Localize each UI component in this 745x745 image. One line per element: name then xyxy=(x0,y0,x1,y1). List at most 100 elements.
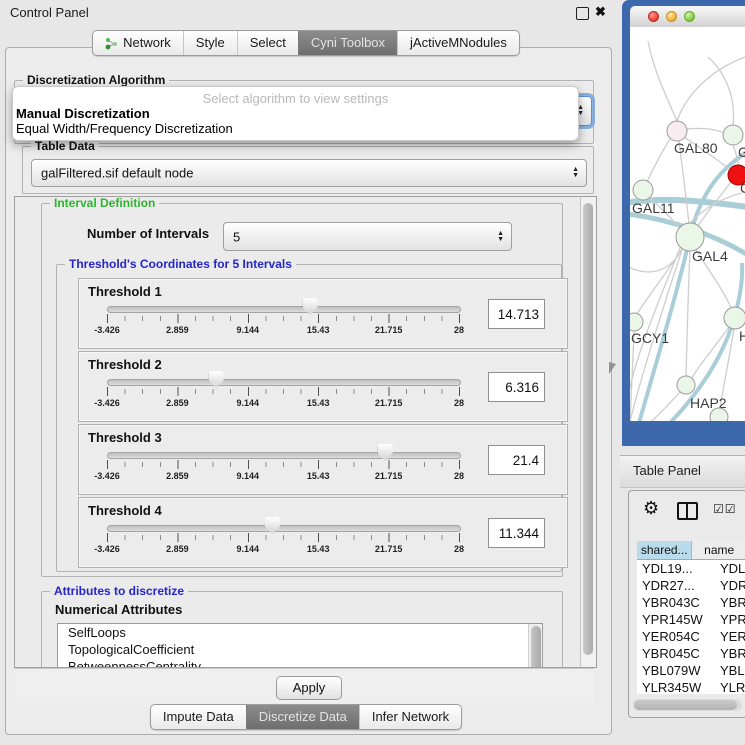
checkbox-icons[interactable]: ☑☑ xyxy=(713,502,737,516)
interval-definition-group: Interval Definition Number of Intervals … xyxy=(41,203,563,577)
slider-major-ticks xyxy=(107,314,460,323)
cell-name[interactable]: YDR27... xyxy=(714,577,745,594)
apply-button[interactable]: Apply xyxy=(276,676,342,700)
node-circle[interactable] xyxy=(630,313,643,331)
node-circle[interactable] xyxy=(633,180,653,200)
tick-label: 15.43 xyxy=(294,471,342,481)
node-circle[interactable] xyxy=(724,307,745,329)
cell-shared-name[interactable]: YBR043C xyxy=(637,594,714,611)
table-row[interactable]: YDL19...YDL19... xyxy=(637,560,745,577)
cell-name[interactable]: YER054C xyxy=(714,628,745,645)
threshold-value-field[interactable]: 11.344 xyxy=(488,518,545,548)
list-scrollbar-thumb[interactable] xyxy=(531,626,541,668)
threshold-panel-4: Threshold 4-3.4262.8599.14415.4321.71528… xyxy=(78,497,568,568)
network-canvas[interactable]: GAL80GALCGAL11GAL4GCY1HHAP2 xyxy=(630,27,745,421)
node-circle[interactable] xyxy=(667,121,687,141)
tick-label: 9.144 xyxy=(224,325,272,335)
edge-path[interactable] xyxy=(687,128,724,133)
list-item[interactable]: BetweennessCentrality xyxy=(58,658,542,668)
table-row[interactable]: YBR043CYBR043C xyxy=(637,594,745,611)
gear-icon[interactable]: ⚙ xyxy=(643,498,659,519)
cell-name[interactable]: YPR145W xyxy=(714,611,745,628)
tab-impute-data[interactable]: Impute Data xyxy=(151,705,246,729)
table-data-combobox[interactable]: galFiltered.sif default node ▲▼ xyxy=(31,159,587,187)
cell-name[interactable]: YLR345W xyxy=(714,679,745,694)
settings-scroll-area: Interval Definition Number of Intervals … xyxy=(14,196,597,668)
list-scrollbar[interactable] xyxy=(528,624,542,668)
tick-label: -3.426 xyxy=(83,544,131,554)
table-row[interactable]: YBR045CYBR045C xyxy=(637,645,745,662)
node-circle[interactable] xyxy=(710,408,728,421)
numerical-attributes-list[interactable]: SelfLoopsTopologicalCoefficientBetweenne… xyxy=(57,623,543,668)
dropdown-item-manual-discretization[interactable]: Manual Discretization xyxy=(16,106,150,121)
cell-shared-name[interactable]: YPR145W xyxy=(637,611,714,628)
tab-infer-network[interactable]: Infer Network xyxy=(359,705,461,729)
threshold-value-field[interactable]: 6.316 xyxy=(488,372,545,402)
cell-name[interactable]: YDL19... xyxy=(714,560,745,577)
tab-network[interactable]: Network xyxy=(93,31,183,55)
table-row[interactable]: YPR145WYPR145W xyxy=(637,611,745,628)
network-view-window[interactable]: GAL80GALCGAL11GAL4GCY1HHAP2 xyxy=(622,0,745,446)
edge-path[interactable] xyxy=(647,139,670,182)
slider-track[interactable] xyxy=(107,452,461,459)
tab-jactivemnodules[interactable]: jActiveMNodules xyxy=(397,31,519,55)
tab-select-label: Select xyxy=(250,31,286,55)
slider-major-ticks xyxy=(107,533,460,542)
split-columns-icon[interactable] xyxy=(677,502,698,520)
node-circle[interactable] xyxy=(676,223,704,251)
float-panel-icon[interactable] xyxy=(576,7,589,20)
node-circle[interactable] xyxy=(723,125,743,145)
tick-label: 28 xyxy=(435,325,483,335)
table-data-group: Table Data galFiltered.sif default node … xyxy=(22,146,594,194)
edge-path[interactable] xyxy=(648,41,677,121)
edge-path[interactable] xyxy=(630,249,682,272)
tab-discretize-data[interactable]: Discretize Data xyxy=(246,705,359,729)
tab-cyni-toolbox[interactable]: Cyni Toolbox xyxy=(298,31,397,55)
slider-track[interactable] xyxy=(107,379,461,386)
dropdown-item-equal-width[interactable]: Equal Width/Frequency Discretization xyxy=(16,121,233,136)
cell-shared-name[interactable]: YDR27... xyxy=(637,577,714,594)
list-item[interactable]: TopologicalCoefficient xyxy=(58,641,542,658)
slider-track[interactable] xyxy=(107,525,461,532)
node-circle[interactable] xyxy=(677,376,695,394)
cell-name[interactable]: YBL079W xyxy=(714,662,745,679)
network-window-titlebar[interactable] xyxy=(630,6,745,28)
table-row[interactable]: YLR345WYLR345W xyxy=(637,679,745,694)
cell-name[interactable]: YBR043C xyxy=(714,594,745,611)
slider-track[interactable] xyxy=(107,306,461,313)
close-window-icon[interactable] xyxy=(648,11,659,22)
edge-path[interactable] xyxy=(686,251,690,376)
threshold-value-field[interactable]: 14.713 xyxy=(488,299,545,329)
cell-shared-name[interactable]: YER054C xyxy=(637,628,714,645)
tick-label: 9.144 xyxy=(224,544,272,554)
tab-style[interactable]: Style xyxy=(183,31,237,55)
number-of-intervals-combobox[interactable]: 5 ▲▼ xyxy=(223,222,512,251)
column-header-name[interactable]: name xyxy=(692,541,745,559)
cell-shared-name[interactable]: YDL19... xyxy=(637,560,714,577)
edge-path[interactable] xyxy=(708,57,733,125)
cell-name[interactable]: YBR045C xyxy=(714,645,745,662)
table-horizontal-scrollbar[interactable] xyxy=(633,699,742,711)
tab-select[interactable]: Select xyxy=(237,31,298,55)
cell-shared-name[interactable]: YBR045C xyxy=(637,645,714,662)
zoom-window-icon[interactable] xyxy=(684,11,695,22)
close-panel-icon[interactable]: ✖ xyxy=(595,4,606,20)
cell-shared-name[interactable]: YLR345W xyxy=(637,679,714,694)
edge-path[interactable] xyxy=(677,57,745,121)
column-header-shared-name[interactable]: shared... xyxy=(637,541,692,559)
dropdown-placeholder-item[interactable]: Select algorithm to view settings xyxy=(13,91,578,106)
list-item[interactable]: SelfLoops xyxy=(58,624,542,641)
threshold-label: Threshold 2 xyxy=(88,357,162,372)
cell-shared-name[interactable]: YBL079W xyxy=(637,662,714,679)
settings-scrollbar-thumb[interactable] xyxy=(583,203,593,655)
table-row[interactable]: YER054CYER054C xyxy=(637,628,745,645)
settings-scrollbar[interactable] xyxy=(580,197,596,667)
minimize-window-icon[interactable] xyxy=(666,11,677,22)
threshold-value-field[interactable]: 21.4 xyxy=(488,445,545,475)
table-hscrollbar-thumb[interactable] xyxy=(634,700,737,710)
node-table[interactable]: shared... name YDL19...YDL19...YDR27...Y… xyxy=(637,541,745,694)
control-panel-titlebar: Control Panel ✖ xyxy=(0,0,618,26)
threshold-label: Threshold 4 xyxy=(88,503,162,518)
table-row[interactable]: YDR27...YDR27... xyxy=(637,577,745,594)
table-row[interactable]: YBL079WYBL079W xyxy=(637,662,745,679)
